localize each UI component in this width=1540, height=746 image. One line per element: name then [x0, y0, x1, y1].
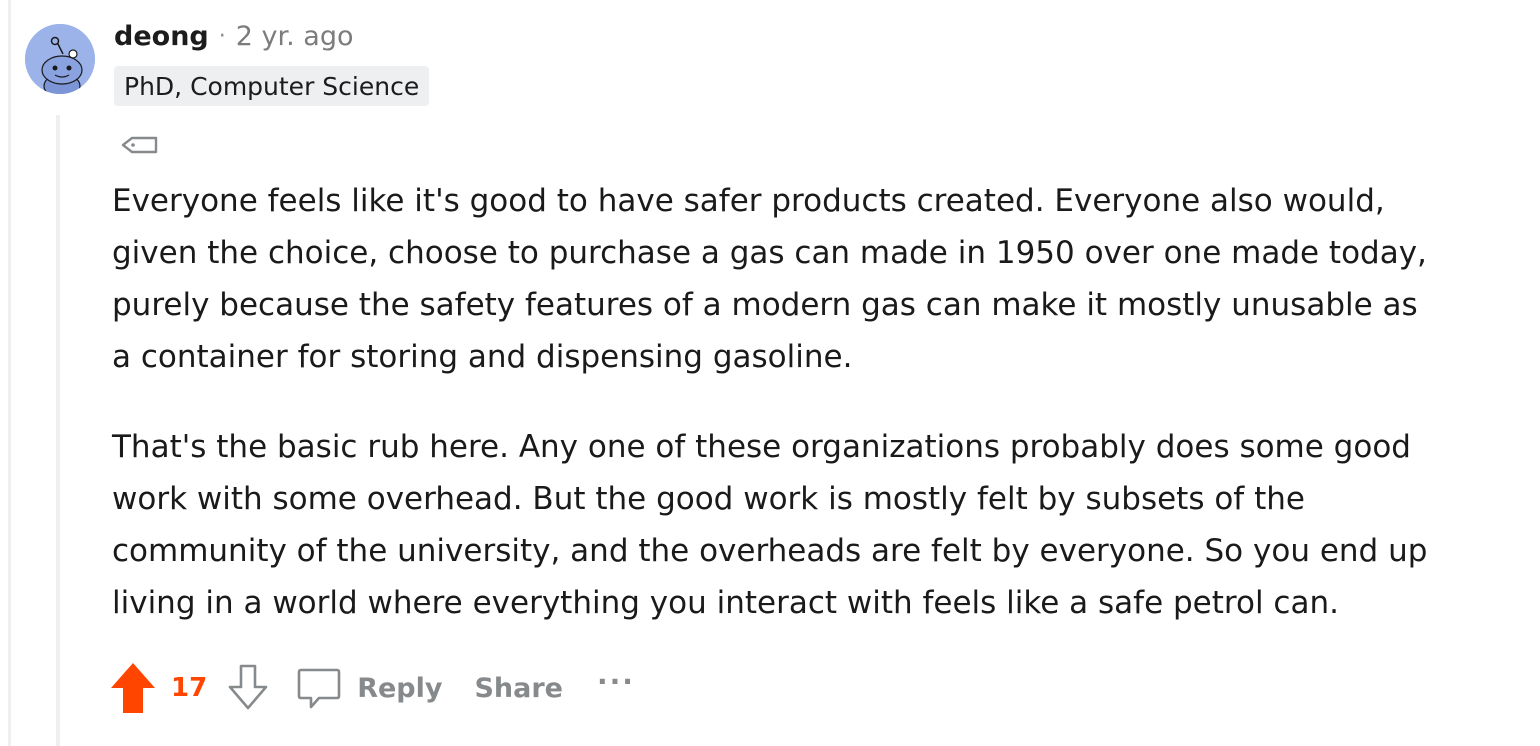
share-button[interactable]: Share	[474, 673, 563, 704]
comment-page: deong · 2 yr. ago PhD, Computer Science …	[0, 0, 1540, 746]
comment-line: That's the basic rub here. Any one of th…	[112, 429, 1411, 465]
comment-header: deong · 2 yr. ago	[114, 16, 353, 56]
upvote-arrow-icon	[111, 663, 155, 713]
award-tag-icon[interactable]	[120, 135, 160, 165]
comment-action-bar: 17 Reply Share ···	[105, 658, 635, 718]
downvote-button[interactable]	[223, 658, 273, 718]
reply-button[interactable]: Reply	[295, 664, 442, 712]
comment-line: living in a world where everything you i…	[112, 585, 1339, 621]
vote-score: 17	[171, 673, 208, 703]
upvote-button[interactable]	[105, 658, 161, 718]
comment-line: work with some overhead. But the good wo…	[112, 481, 1305, 517]
comment-body: Everyone feels like it's good to have sa…	[112, 175, 1502, 629]
comment-bubble-icon	[297, 668, 341, 709]
comment-line: a container for storing and dispensing g…	[112, 339, 853, 375]
username-link[interactable]: deong	[114, 21, 209, 52]
comment-paragraph: Everyone feels like it's good to have sa…	[112, 175, 1502, 383]
parent-thread-line[interactable]	[8, 0, 11, 746]
comment-paragraph: That's the basic rub here. Any one of th…	[112, 421, 1502, 629]
user-flair: PhD, Computer Science	[114, 66, 430, 106]
snoo-avatar-icon	[25, 24, 95, 94]
comment-line: purely because the safety features of a …	[112, 287, 1418, 323]
reply-label: Reply	[357, 672, 443, 704]
comment-line: given the choice, choose to purchase a g…	[112, 235, 1427, 271]
comment-line: Everyone feels like it's good to have sa…	[112, 183, 1385, 219]
comment-line: community of the university, and the ove…	[112, 533, 1428, 569]
header-separator: ·	[218, 23, 226, 49]
timestamp-link[interactable]: 2 yr. ago	[236, 21, 354, 52]
more-options-button[interactable]: ···	[597, 665, 635, 698]
user-avatar[interactable]	[25, 24, 95, 94]
comment-thread-line[interactable]	[56, 115, 60, 746]
downvote-arrow-icon	[228, 664, 268, 710]
